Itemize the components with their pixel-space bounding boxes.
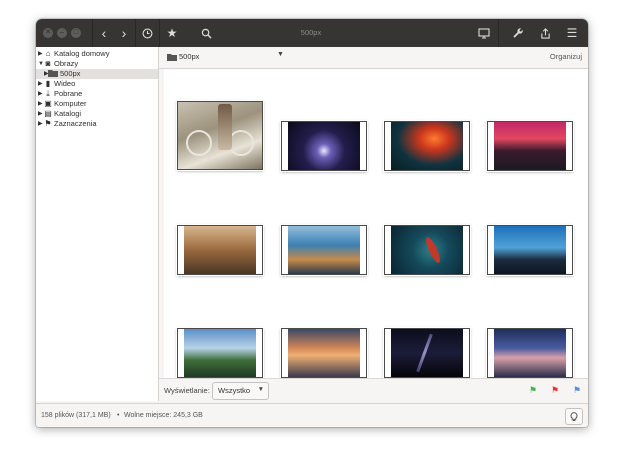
maximize-window-button[interactable]: □ <box>71 28 81 38</box>
search-icon[interactable] <box>196 19 216 47</box>
thumbnail-grid <box>164 69 588 378</box>
green-flag-icon[interactable]: ⚑ <box>529 385 537 396</box>
chevron-down-icon[interactable]: ▼ <box>277 51 284 58</box>
computer-icon: ▣ <box>44 99 52 108</box>
thumbnail[interactable] <box>384 225 470 275</box>
blue-flag-icon[interactable]: ⚑ <box>573 385 581 396</box>
sidebar-item-label: 500px <box>60 69 81 78</box>
organize-button[interactable]: Organizuj <box>550 52 582 61</box>
header-separator <box>159 19 160 47</box>
filter-label: Wyświetlanie: <box>164 386 210 395</box>
sidebar-item-label: Zaznaczenia <box>54 119 97 128</box>
chevron-right-icon[interactable]: › <box>114 19 134 47</box>
header-separator <box>92 19 93 47</box>
home-icon: ⌂ <box>45 49 51 58</box>
filter-bar: Wyświetlanie: Wszystko ▼ ⚑ ⚑ ⚑ <box>159 378 588 403</box>
current-folder-label[interactable]: 500px <box>179 52 199 61</box>
minimize-window-button[interactable]: – <box>57 28 67 38</box>
free-space: Wolne miejsce: 245,3 GB <box>124 412 203 419</box>
sidebar-item-label: Katalogi <box>54 109 82 118</box>
wrench-icon[interactable] <box>508 19 528 47</box>
flag-icon: ⚑ <box>44 119 52 128</box>
thumbnail[interactable] <box>281 225 367 275</box>
thumbnail[interactable] <box>487 328 573 378</box>
sidebar-tree: ▶ ⌂ Katalog domowy ▼ ◙ Obrazy ▶ 500px ▶ … <box>36 47 159 401</box>
sidebar-item-pobrane[interactable]: ▶ ⤓ Pobrane <box>36 89 158 99</box>
path-bar: 500px ▼ Organizuj <box>159 47 588 69</box>
app-window: ✕ – □ ‹ › ★ 500px ☰ ▶ ⌂ Katalog domowy ▼… <box>36 19 588 427</box>
download-icon: ⤓ <box>46 89 50 98</box>
sidebar-item-label: Komputer <box>54 99 87 108</box>
thumbnail[interactable] <box>384 121 470 171</box>
header-separator <box>135 19 136 47</box>
lightbulb-icon <box>570 412 578 421</box>
catalog-icon: ▤ <box>44 109 52 118</box>
sidebar-item-obrazy[interactable]: ▼ ◙ Obrazy <box>36 59 158 69</box>
red-flag-icon[interactable]: ⚑ <box>551 385 559 396</box>
expand-arrow-icon[interactable]: ▶ <box>38 99 43 109</box>
filter-dropdown[interactable]: Wszystko ▼ <box>212 382 269 400</box>
star-icon[interactable]: ★ <box>162 19 182 47</box>
sidebar-item-label: Wideo <box>54 79 76 88</box>
hamburger-menu-icon[interactable]: ☰ <box>562 19 582 47</box>
sidebar-item-katalogi[interactable]: ▶ ▤ Katalogi <box>36 109 158 119</box>
folder-icon <box>167 53 177 63</box>
status-bar: 158 plików (317,1 MB) • Wolne miejsce: 2… <box>36 403 588 427</box>
thumbnail[interactable] <box>487 225 573 275</box>
sidebar-item-label: Pobrane <box>54 89 83 98</box>
chevron-left-icon[interactable]: ‹ <box>94 19 114 47</box>
thumbnail[interactable] <box>177 328 263 378</box>
thumbnail[interactable] <box>281 121 367 171</box>
sidebar-item-home[interactable]: ▶ ⌂ Katalog domowy <box>36 49 158 59</box>
expand-arrow-icon[interactable]: ▶ <box>38 89 43 99</box>
share-icon[interactable] <box>535 19 555 47</box>
thumbnail[interactable] <box>177 101 263 170</box>
sidebar-item-zaznaczenia[interactable]: ▶ ⚑ Zaznaczenia <box>36 119 158 129</box>
sidebar-item-wideo[interactable]: ▶ ▮ Wideo <box>36 79 158 89</box>
window-title: 500px <box>300 28 322 37</box>
close-window-button[interactable]: ✕ <box>43 28 53 38</box>
sidebar-item-500px[interactable]: ▶ 500px <box>36 69 158 79</box>
monitor-icon[interactable] <box>474 19 494 47</box>
file-count: 158 plików (317,1 MB) <box>41 412 111 419</box>
chevron-down-icon: ▼ <box>257 386 264 393</box>
thumbnail[interactable] <box>177 225 263 275</box>
filter-value: Wszystko <box>218 386 251 395</box>
camera-icon: ◙ <box>45 59 51 68</box>
header-bar: ✕ – □ ‹ › ★ 500px ☰ <box>36 19 588 47</box>
expand-arrow-icon[interactable]: ▶ <box>38 79 43 89</box>
expand-arrow-icon[interactable]: ▶ <box>38 109 43 119</box>
film-icon: ▮ <box>45 79 51 88</box>
sidebar-item-komputer[interactable]: ▶ ▣ Komputer <box>36 99 158 109</box>
thumbnail[interactable] <box>384 328 470 378</box>
header-separator <box>498 19 499 47</box>
sidebar-item-label: Obrazy <box>54 59 79 68</box>
expand-arrow-icon[interactable]: ▶ <box>38 119 43 129</box>
thumbnail[interactable] <box>281 328 367 378</box>
clock-icon[interactable] <box>137 19 157 47</box>
tip-button[interactable] <box>565 408 583 425</box>
sidebar-item-label: Katalog domowy <box>54 49 110 58</box>
thumbnail[interactable] <box>487 121 573 171</box>
status-separator: • <box>117 412 120 419</box>
expand-arrow-icon[interactable]: ▶ <box>38 49 43 59</box>
